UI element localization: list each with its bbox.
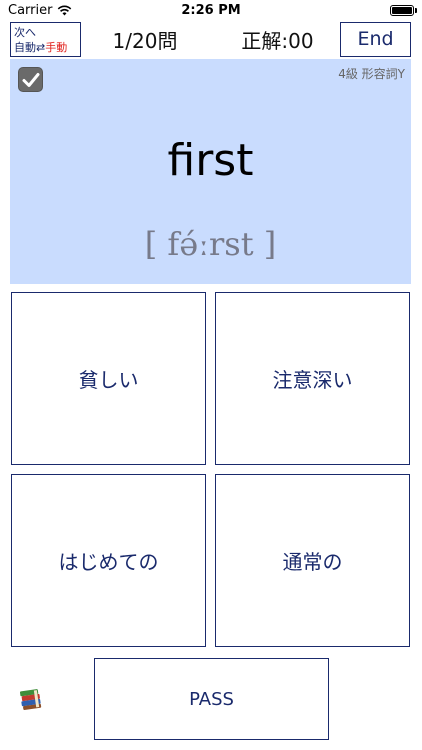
bookmark-checkbox[interactable] (18, 67, 43, 92)
books-icon[interactable] (18, 686, 44, 712)
level-tag: 4級 形容詞Y (338, 67, 405, 81)
phonetic-transcription: [ fə́ːrst ] (144, 225, 277, 263)
mode-line1: 次へ (14, 26, 36, 39)
score-display: 正解:00 (241, 29, 314, 53)
battery-fill (392, 7, 412, 14)
answer-button-1[interactable]: 貧しい (11, 292, 206, 465)
question-word: first (167, 135, 254, 186)
question-counter: 1/20問 (112, 29, 178, 53)
swap-arrows-icon: ⇄ (36, 41, 46, 54)
status-bar: Carrier 2:26 PM (0, 0, 422, 22)
mode-manual-label: 手動 (45, 41, 68, 54)
checkmark-icon (22, 73, 40, 87)
answer-button-3[interactable]: はじめての (11, 474, 206, 647)
auto-manual-toggle-button[interactable]: 次へ 自動⇄手動 (10, 22, 81, 57)
answer-button-2[interactable]: 注意深い (215, 292, 410, 465)
end-button[interactable]: End (340, 22, 411, 57)
battery-icon (390, 5, 417, 16)
mode-auto-label: 自動 (14, 41, 36, 54)
pass-button[interactable]: PASS (94, 658, 329, 740)
word-card: 4級 形容詞Y first [ fə́ːrst ] (10, 59, 411, 284)
quiz-screen: Carrier 2:26 PM 次へ 自動⇄手動 1/20問 正解:00 End… (0, 0, 422, 750)
answer-button-4[interactable]: 通常の (215, 474, 410, 647)
mode-line2: 自動⇄手動 (14, 40, 77, 55)
status-time: 2:26 PM (181, 3, 241, 18)
